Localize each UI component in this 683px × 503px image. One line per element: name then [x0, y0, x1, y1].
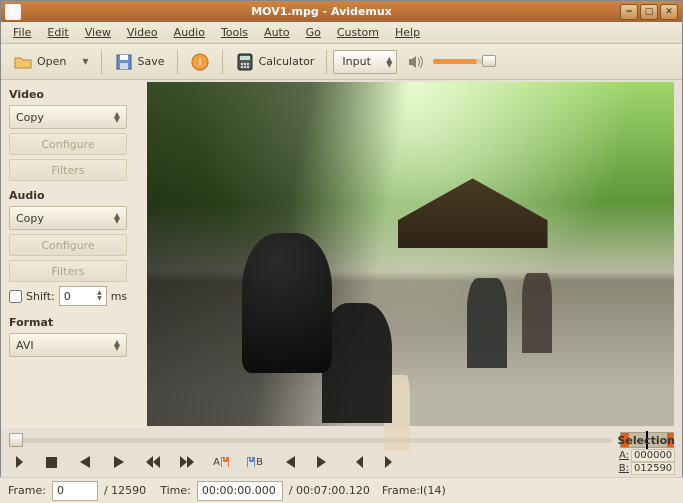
frame-total: / 12590 [104, 484, 146, 497]
frame-type: Frame:I(14) [382, 484, 446, 497]
next-keyframe-button[interactable] [179, 454, 195, 470]
menu-video[interactable]: Video [119, 24, 166, 41]
speaker-icon[interactable] [407, 53, 425, 71]
info-button[interactable]: i [184, 49, 216, 75]
format-select[interactable]: AVI ▲▼ [9, 333, 127, 357]
prev-keyframe-button[interactable] [145, 454, 161, 470]
calculator-icon [235, 52, 255, 72]
shift-spinbox[interactable]: 0 ▲▼ [59, 286, 107, 306]
time-field[interactable]: 00:00:00.000 [197, 481, 283, 501]
video-codec-select[interactable]: Copy ▲▼ [9, 105, 127, 129]
time-label: Time: [160, 484, 191, 497]
selection-label: Selection [611, 434, 675, 447]
menu-tools[interactable]: Tools [213, 24, 256, 41]
info-icon: i [190, 52, 210, 72]
save-button[interactable]: Save [108, 49, 171, 75]
audio-configure-button[interactable]: Configure [9, 234, 127, 256]
prev-frame-button[interactable] [77, 454, 93, 470]
folder-open-icon [13, 52, 33, 72]
minimize-button[interactable]: − [620, 4, 638, 20]
menu-file[interactable]: File [5, 24, 39, 41]
input-mode-value: Input [342, 55, 370, 68]
save-label: Save [138, 55, 165, 68]
calculator-button[interactable]: Calculator [229, 49, 321, 75]
video-configure-button[interactable]: Configure [9, 133, 127, 155]
sel-b-value: 012590 [631, 462, 675, 475]
shift-unit: ms [111, 290, 127, 303]
sel-a-value: 000000 [631, 449, 675, 462]
scrub-slider[interactable] [9, 438, 612, 443]
format-value: AVI [16, 339, 34, 352]
calculator-label: Calculator [259, 55, 315, 68]
titlebar: MOV1.mpg - Avidemux − ▢ ✕ [1, 1, 682, 22]
audio-section-label: Audio [9, 189, 139, 202]
stop-button[interactable] [43, 454, 59, 470]
scrub-thumb[interactable] [9, 433, 23, 447]
duration: / 00:07:00.120 [289, 484, 370, 497]
volume-slider[interactable] [433, 59, 495, 64]
menu-audio[interactable]: Audio [166, 24, 213, 41]
goto-marker-a-button[interactable] [349, 454, 365, 470]
set-marker-b-button[interactable]: B [247, 454, 263, 470]
menu-auto[interactable]: Auto [256, 24, 298, 41]
svg-text:i: i [198, 56, 201, 69]
selection-panel: Selection A:000000 B:012590 [611, 434, 675, 475]
frame-field[interactable]: 0 [52, 481, 98, 501]
video-preview [147, 82, 674, 426]
video-section-label: Video [9, 88, 139, 101]
set-marker-a-button[interactable]: A [213, 454, 229, 470]
frame-label: Frame: [8, 484, 46, 497]
app-icon [5, 4, 21, 20]
goto-start-button[interactable] [281, 454, 297, 470]
menu-edit[interactable]: Edit [39, 24, 76, 41]
goto-end-button[interactable] [315, 454, 331, 470]
window-title: MOV1.mpg - Avidemux [25, 5, 618, 18]
open-button[interactable]: Open [7, 49, 72, 75]
next-frame-button[interactable] [111, 454, 127, 470]
video-filters-button[interactable]: Filters [9, 159, 127, 181]
maximize-button[interactable]: ▢ [640, 4, 658, 20]
shift-checkbox[interactable] [9, 290, 22, 303]
preview-frame-image [147, 82, 674, 426]
goto-marker-b-button[interactable] [383, 454, 399, 470]
shift-value: 0 [64, 290, 71, 303]
floppy-icon [114, 52, 134, 72]
audio-filters-button[interactable]: Filters [9, 260, 127, 282]
audio-codec-select[interactable]: Copy ▲▼ [9, 206, 127, 230]
menu-custom[interactable]: Custom [329, 24, 387, 41]
menu-view[interactable]: View [77, 24, 119, 41]
shift-label: Shift: [26, 290, 55, 303]
toolbar: Open ▼ Save i Calculator Input ▲▼ [1, 44, 682, 80]
video-codec-value: Copy [16, 111, 44, 124]
format-section-label: Format [9, 316, 139, 329]
transport-bar: A B [1, 452, 682, 476]
menubar: File Edit View Video Audio Tools Auto Go… [1, 22, 682, 44]
open-dropdown[interactable]: ▼ [76, 54, 94, 69]
scrub-row [1, 428, 682, 452]
input-mode-select[interactable]: Input ▲▼ [333, 50, 397, 74]
sidebar: Video Copy ▲▼ Configure Filters Audio Co… [1, 80, 147, 428]
menu-go[interactable]: Go [298, 24, 329, 41]
sel-b-key: B: [619, 463, 629, 474]
menu-help[interactable]: Help [387, 24, 428, 41]
play-button[interactable] [9, 454, 25, 470]
open-label: Open [37, 55, 66, 68]
sel-a-key: A: [619, 450, 629, 461]
audio-codec-value: Copy [16, 212, 44, 225]
status-bar: Frame: 0 / 12590 Time: 00:00:00.000 / 00… [0, 477, 683, 503]
volume-thumb[interactable] [482, 55, 496, 67]
close-button[interactable]: ✕ [660, 4, 678, 20]
